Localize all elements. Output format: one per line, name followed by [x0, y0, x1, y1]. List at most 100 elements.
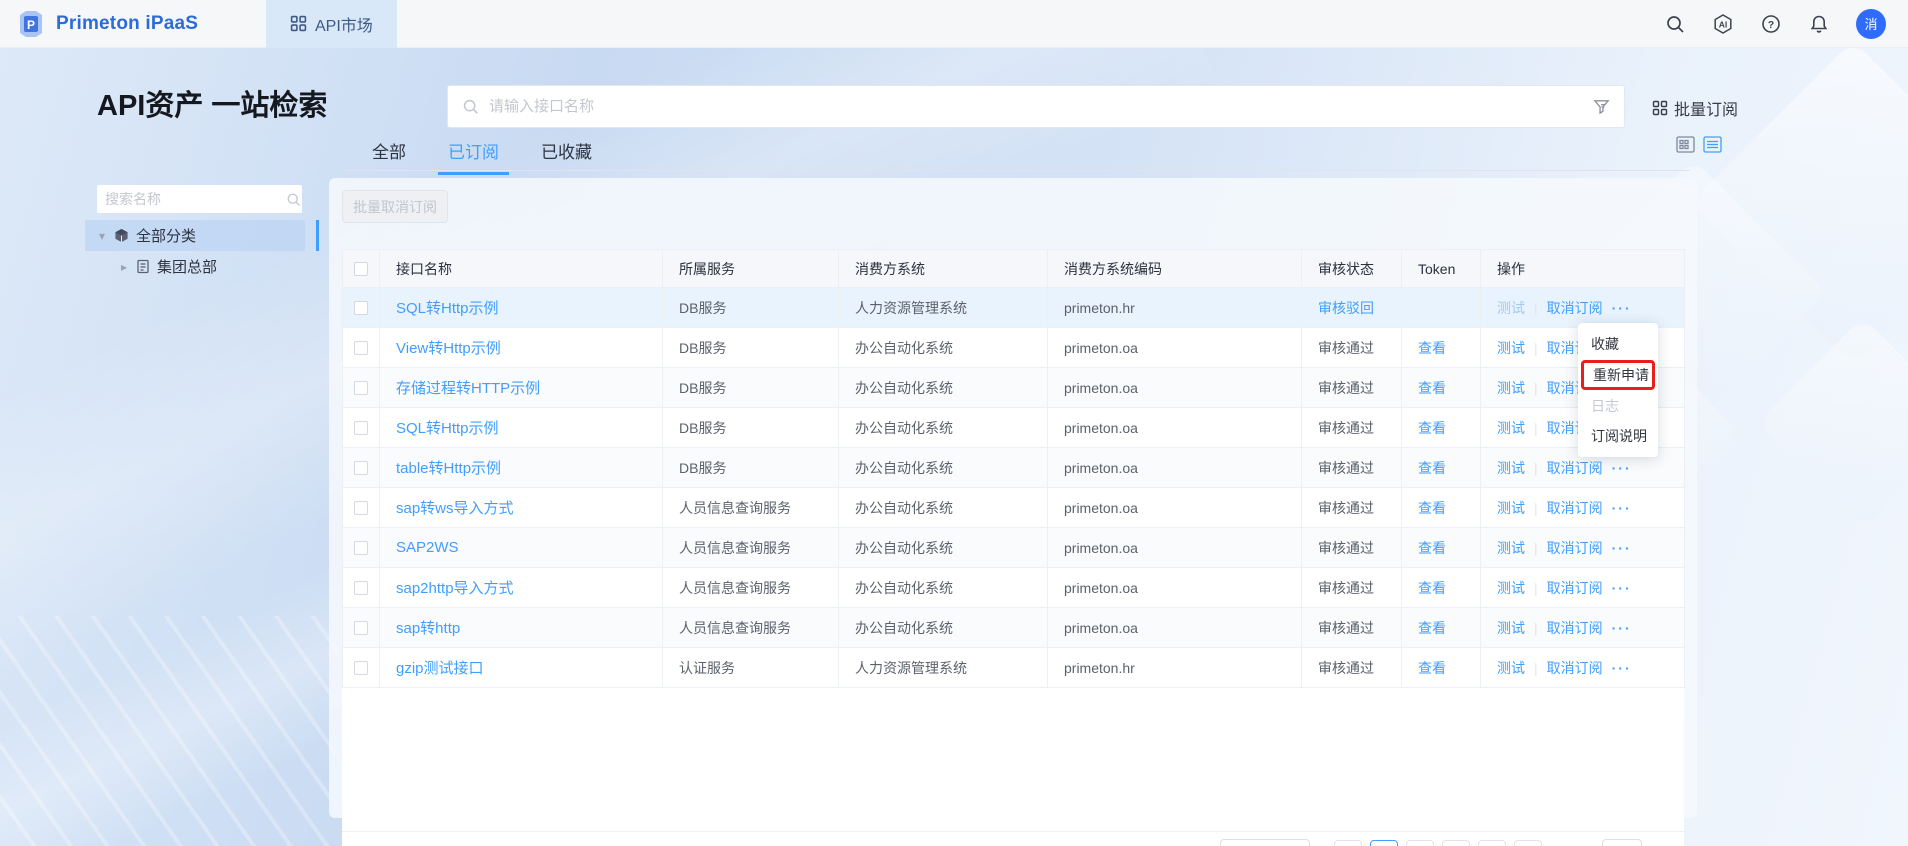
- next-page-button[interactable]: ›: [1514, 840, 1542, 846]
- row-checkbox[interactable]: [354, 541, 368, 555]
- nav-tab-api-market[interactable]: API市场: [266, 0, 397, 48]
- test-action[interactable]: 测试: [1497, 618, 1525, 638]
- page-button-...[interactable]: ...: [1442, 840, 1470, 846]
- row-checkbox[interactable]: [354, 341, 368, 355]
- token-view-link[interactable]: 查看: [1418, 380, 1446, 396]
- api-name-link[interactable]: SAP2WS: [396, 539, 459, 556]
- menu-item-订阅说明[interactable]: 订阅说明: [1578, 421, 1658, 451]
- api-name-link[interactable]: sap转ws导入方式: [396, 500, 514, 517]
- api-name-link[interactable]: sap2http导入方式: [396, 580, 514, 597]
- ai-assistant-icon[interactable]: AI: [1712, 13, 1734, 35]
- consumer-system-cell: 办公自动化系统: [839, 448, 1048, 488]
- unsubscribe-action[interactable]: 取消订阅: [1547, 618, 1603, 638]
- token-view-link[interactable]: 查看: [1418, 340, 1446, 356]
- row-checkbox[interactable]: [354, 501, 368, 515]
- help-icon[interactable]: ?: [1760, 13, 1782, 35]
- more-actions-button[interactable]: ···: [1612, 660, 1632, 676]
- api-name-link[interactable]: sap转http: [396, 620, 460, 637]
- apps-grid-icon: [290, 15, 307, 32]
- page-button-5[interactable]: 5: [1478, 840, 1506, 846]
- user-avatar[interactable]: 消: [1856, 9, 1886, 39]
- nav-tab-label: API市场: [315, 12, 373, 36]
- brand[interactable]: P Primeton iPaaS: [16, 9, 230, 39]
- api-name-link[interactable]: SQL转Http示例: [396, 420, 499, 437]
- menu-item-收藏[interactable]: 收藏: [1578, 329, 1658, 359]
- more-actions-button[interactable]: ···: [1612, 540, 1632, 556]
- batch-subscribe-button[interactable]: 批量订阅: [1652, 96, 1738, 120]
- token-view-link[interactable]: 查看: [1418, 420, 1446, 436]
- status-text: 审核通过: [1318, 620, 1374, 636]
- test-action[interactable]: 测试: [1497, 658, 1525, 678]
- batch-unsubscribe-button[interactable]: 批量取消订阅: [342, 190, 448, 223]
- brand-name: Primeton iPaaS: [56, 13, 198, 35]
- token-cell: 查看: [1402, 568, 1481, 608]
- consumer-code-cell: primeton.oa: [1048, 608, 1302, 648]
- token-view-link[interactable]: 查看: [1418, 540, 1446, 556]
- unsubscribe-action[interactable]: 取消订阅: [1547, 458, 1603, 478]
- card-view-icon[interactable]: [1676, 136, 1695, 153]
- test-action[interactable]: 测试: [1497, 338, 1525, 358]
- test-action[interactable]: 测试: [1497, 578, 1525, 598]
- more-actions-button[interactable]: ···: [1612, 620, 1632, 636]
- table-header-row: 接口名称所属服务消费方系统消费方系统编码审核状态Token操作: [343, 250, 1685, 288]
- tree-caret-icon[interactable]: ▸: [119, 260, 129, 274]
- api-search-input[interactable]: [489, 98, 1593, 115]
- tree-caret-icon[interactable]: ▾: [97, 229, 107, 243]
- list-view-icon[interactable]: [1703, 136, 1722, 153]
- goto-page-input[interactable]: [1602, 839, 1642, 846]
- test-action[interactable]: 测试: [1497, 418, 1525, 438]
- token-view-link[interactable]: 查看: [1418, 620, 1446, 636]
- more-actions-button[interactable]: ···: [1612, 500, 1632, 516]
- bell-icon[interactable]: [1808, 13, 1830, 35]
- test-action[interactable]: 测试: [1497, 378, 1525, 398]
- unsubscribe-action[interactable]: 取消订阅: [1547, 578, 1603, 598]
- api-name-link[interactable]: table转Http示例: [396, 460, 501, 477]
- unsubscribe-action[interactable]: 取消订阅: [1547, 298, 1603, 318]
- service-cell: DB服务: [663, 328, 839, 368]
- test-action[interactable]: 测试: [1497, 498, 1525, 518]
- tab-3[interactable]: 已收藏: [541, 138, 592, 175]
- token-view-link[interactable]: 查看: [1418, 580, 1446, 596]
- tab-2[interactable]: 已订阅: [448, 138, 499, 175]
- token-view-link[interactable]: 查看: [1418, 500, 1446, 516]
- row-checkbox[interactable]: [354, 421, 368, 435]
- select-all-checkbox[interactable]: [354, 262, 368, 276]
- row-checkbox[interactable]: [354, 461, 368, 475]
- prev-page-button[interactable]: ‹: [1334, 840, 1362, 846]
- menu-item-重新申请[interactable]: 重新申请: [1584, 363, 1652, 387]
- page-buttons: 1 2... 5: [1370, 840, 1506, 846]
- category-search-input[interactable]: [105, 191, 286, 207]
- tab-1[interactable]: 全部: [372, 138, 406, 175]
- unsubscribe-action[interactable]: 取消订阅: [1547, 538, 1603, 558]
- row-checkbox[interactable]: [354, 621, 368, 635]
- status-rejected-link[interactable]: 审核驳回: [1318, 300, 1374, 316]
- api-name-link[interactable]: SQL转Http示例: [396, 300, 499, 317]
- more-actions-button[interactable]: ···: [1612, 300, 1632, 316]
- unsubscribe-action[interactable]: 取消订阅: [1547, 498, 1603, 518]
- api-name-link[interactable]: 存储过程转HTTP示例: [396, 380, 540, 397]
- page-size-select[interactable]: 10条/页 ▾: [1220, 839, 1310, 846]
- unsubscribe-action[interactable]: 取消订阅: [1547, 658, 1603, 678]
- more-actions-button[interactable]: ···: [1612, 460, 1632, 476]
- row-checkbox-cell: [343, 528, 380, 568]
- test-action[interactable]: 测试: [1497, 538, 1525, 558]
- filter-funnel-icon[interactable]: [1593, 98, 1610, 115]
- page-button-1[interactable]: 1: [1370, 840, 1398, 846]
- search-icon[interactable]: [1664, 13, 1686, 35]
- tree-node[interactable]: ▾全部分类: [85, 220, 305, 251]
- row-checkbox[interactable]: [354, 301, 368, 315]
- row-checkbox[interactable]: [354, 661, 368, 675]
- row-checkbox[interactable]: [354, 381, 368, 395]
- page-button-2[interactable]: 2: [1406, 840, 1434, 846]
- test-action[interactable]: 测试: [1497, 458, 1525, 478]
- more-actions-button[interactable]: ···: [1612, 580, 1632, 596]
- consumer-code-cell: primeton.oa: [1048, 408, 1302, 448]
- row-checkbox[interactable]: [354, 581, 368, 595]
- token-view-link[interactable]: 查看: [1418, 460, 1446, 476]
- tree-node[interactable]: ▸集团总部: [85, 251, 305, 282]
- api-name-link[interactable]: gzip测试接口: [396, 660, 484, 677]
- token-view-link[interactable]: 查看: [1418, 660, 1446, 676]
- status-text: 审核通过: [1318, 660, 1374, 676]
- api-name-link[interactable]: View转Http示例: [396, 340, 501, 357]
- column-header: 审核状态: [1302, 250, 1402, 288]
